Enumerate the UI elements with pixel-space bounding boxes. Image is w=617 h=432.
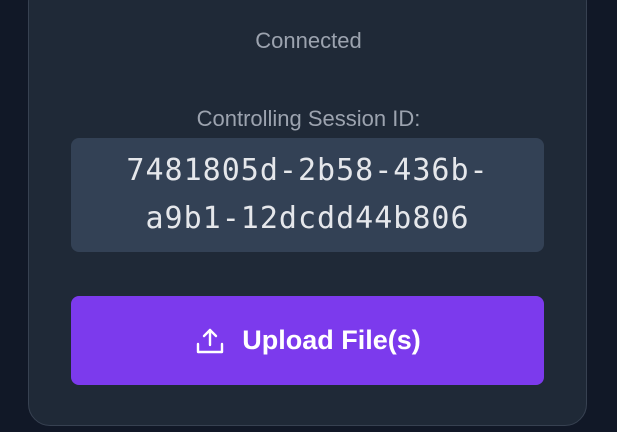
session-id-value: 7481805d-2b58-436b-a9b1-12dcdd44b806 — [126, 153, 489, 236]
session-id-box: 7481805d-2b58-436b-a9b1-12dcdd44b806 — [71, 138, 544, 252]
connection-status: Connected — [255, 28, 362, 53]
upload-files-button[interactable]: Upload File(s) — [71, 296, 544, 385]
upload-icon — [194, 325, 226, 357]
upload-button-label: Upload File(s) — [242, 325, 421, 355]
session-id-label: Controlling Session ID: — [196, 106, 421, 131]
page: Connected Controlling Session ID: 748180… — [0, 0, 617, 432]
